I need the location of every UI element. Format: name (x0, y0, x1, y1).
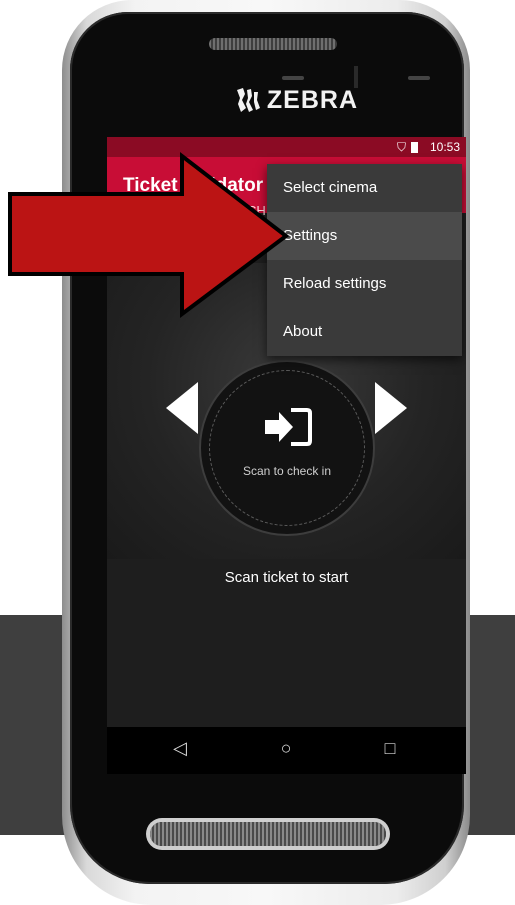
back-icon[interactable]: ◁ (165, 738, 195, 764)
zebra-head-icon (236, 88, 260, 112)
scan-label: Scan to check in (242, 464, 332, 478)
bottom-speaker (150, 822, 386, 846)
nav-bar: ◁ ○ □ (107, 727, 466, 774)
sensor-left (282, 76, 304, 80)
sensor-right (408, 76, 430, 80)
arrow-right-icon (375, 382, 407, 434)
shield-icon: ⛉ (396, 140, 406, 154)
recent-apps-icon[interactable]: □ (375, 738, 405, 764)
scan-prompt: Scan ticket to start (224, 569, 349, 586)
top-speaker (209, 38, 337, 50)
check-in-icon (265, 408, 312, 446)
scan-button[interactable]: Scan to check in (199, 360, 375, 536)
scan-ring (209, 370, 365, 526)
arrow-left-icon (166, 382, 198, 434)
red-arrow-callout (8, 151, 290, 318)
brand-name: ZEBRA (266, 85, 358, 114)
brand-logo: ZEBRA (228, 84, 358, 116)
status-time: 10:53 (429, 140, 460, 154)
battery-icon (411, 142, 418, 153)
home-icon[interactable]: ○ (271, 738, 301, 764)
